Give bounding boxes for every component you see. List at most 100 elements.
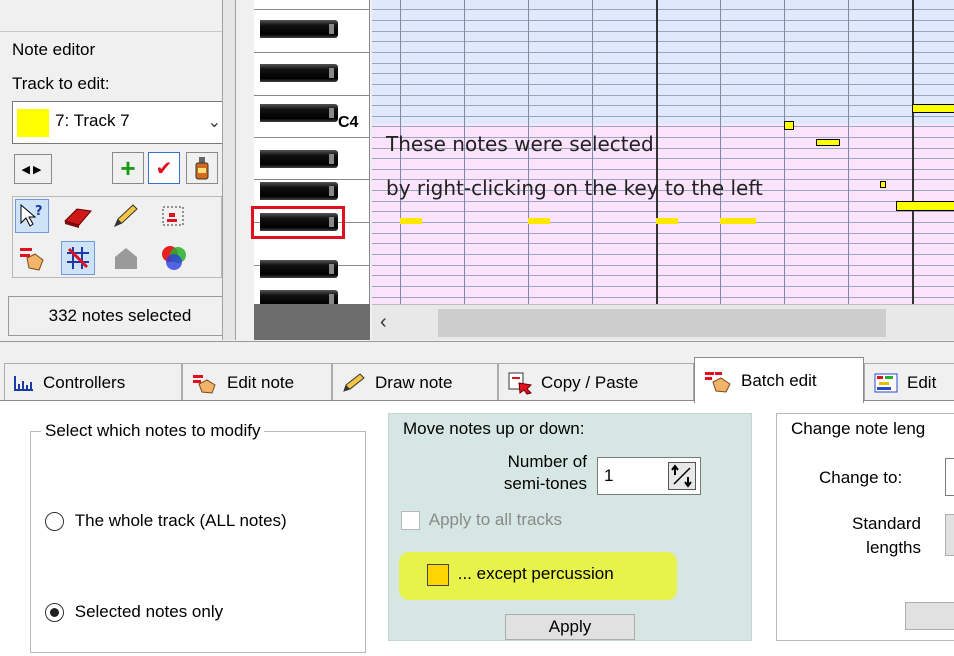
standard-lengths-label-2: lengths (866, 538, 921, 557)
note[interactable] (816, 139, 840, 146)
tab-batch-edit[interactable]: Batch edit (694, 357, 864, 403)
color-tool-button[interactable] (157, 241, 191, 275)
tab-label: Edit note (227, 372, 295, 392)
edit-grid-icon (873, 372, 899, 394)
apply-all-tracks-checkbox[interactable]: Apply to all tracks (401, 510, 562, 531)
piano-black-key[interactable] (260, 104, 338, 122)
piano-black-key[interactable] (260, 182, 338, 200)
c4-key-label: C4 (338, 114, 359, 131)
scroll-left-right-button[interactable]: ◀▶ (14, 154, 52, 184)
grid-tool-button[interactable] (61, 241, 95, 275)
change-length-title: Change note leng (791, 419, 926, 438)
radio-circle-checked (45, 603, 64, 623)
note[interactable] (896, 201, 954, 211)
selection-status: 332 notes selected (8, 296, 232, 336)
radio-circle (45, 512, 64, 532)
change-to-input[interactable] (945, 458, 954, 496)
selected-note[interactable] (400, 218, 422, 224)
horizontal-scrollbar[interactable]: ‹ (372, 304, 954, 340)
note-editor-panel: Note editor Track to edit: 7: Track 7 ⌄ … (0, 0, 236, 340)
scroll-left-arrow-icon[interactable]: ‹ (380, 311, 387, 334)
radio-whole-track[interactable]: The whole track (ALL notes) (45, 511, 287, 532)
piano-black-key[interactable] (260, 150, 338, 168)
select-tool-button[interactable]: ? (15, 199, 49, 233)
bottle-button[interactable] (186, 152, 218, 184)
except-percussion-checkbox[interactable]: ... except percussion (427, 564, 614, 586)
panel-top-area (0, 0, 236, 32)
selected-note[interactable] (720, 218, 756, 224)
note-grid[interactable]: These notes were selected by right-click… (372, 0, 954, 304)
color-circles-icon (162, 246, 186, 270)
checkmark-icon: ✔ (155, 157, 173, 180)
dotted-rect-icon (162, 206, 184, 226)
house-shape-icon (115, 248, 137, 269)
track-color-swatch (17, 109, 49, 137)
note[interactable] (912, 104, 954, 113)
hand-edit-tool-button[interactable] (15, 241, 49, 275)
svg-text:?: ? (35, 204, 43, 219)
piano-black-key[interactable] (260, 64, 338, 82)
tab-controllers[interactable]: Controllers (4, 363, 182, 401)
panel-splitter[interactable] (222, 0, 236, 340)
bottle-icon (195, 157, 209, 180)
semitones-label-1: Number of (507, 452, 587, 471)
selected-key-highlight (251, 206, 345, 239)
mute-tool-button[interactable] (109, 241, 143, 275)
checkbox-box (401, 511, 420, 531)
grid-cross-icon (67, 247, 89, 269)
radio-selected-only-label: Selected notes only (74, 602, 224, 621)
tab-draw-note[interactable]: Draw note (332, 363, 498, 401)
hand-edit-icon (20, 248, 44, 271)
length-apply-button[interactable]: A (905, 602, 954, 630)
tab-bar: Controllers Edit note Draw note Copy / P… (0, 357, 954, 403)
semitones-stepper[interactable]: 1 (597, 457, 701, 495)
change-to-label: Change to: (819, 468, 903, 487)
stepper-arrows-icon[interactable] (668, 462, 696, 490)
annotation-line-2: by right-clicking on the key to the left (386, 176, 763, 200)
select-notes-group: Select which notes to modify The whole t… (30, 421, 366, 653)
track-to-edit-label: Track to edit: (12, 74, 110, 93)
tab-label: Batch edit (741, 370, 817, 390)
move-notes-title: Move notes up or down: (403, 419, 585, 438)
select-rect-tool-button[interactable] (157, 199, 191, 233)
tab-label: Copy / Paste (541, 372, 639, 392)
except-percussion-label: ... except percussion (457, 564, 614, 584)
piano-black-key[interactable] (260, 20, 338, 38)
annotation-line-1: These notes were selected (386, 132, 654, 156)
splitter-bar[interactable] (0, 341, 954, 349)
standard-lengths-label-1: Standard (852, 514, 921, 533)
add-button[interactable]: + (112, 152, 144, 184)
erase-tool-button[interactable] (61, 199, 95, 233)
piano-black-key[interactable] (260, 290, 338, 304)
piano-black-key[interactable] (260, 260, 338, 278)
tab-label: Edit (907, 372, 937, 392)
pencil-icon (341, 372, 367, 394)
selected-note[interactable] (656, 218, 678, 224)
tab-edit[interactable]: Edit (864, 363, 954, 401)
move-apply-button[interactable]: Apply (505, 614, 635, 640)
track-select[interactable]: 7: Track 7 ⌄ (12, 101, 230, 144)
semitones-label-2: semi-tones (503, 474, 587, 493)
note[interactable] (784, 121, 794, 130)
selected-note[interactable] (528, 218, 550, 224)
note-editor-title: Note editor (12, 40, 96, 59)
tab-edit-note[interactable]: Edit note (182, 363, 332, 401)
semitones-value[interactable]: 1 (604, 466, 613, 486)
select-notes-group-title: Select which notes to modify (41, 421, 265, 441)
controllers-icon (13, 374, 35, 392)
edit-note-hand-icon (191, 372, 219, 394)
radio-selected-only[interactable]: Selected notes only (45, 602, 224, 623)
tab-copy-paste[interactable]: Copy / Paste (498, 363, 694, 401)
scrollbar-thumb[interactable] (438, 309, 886, 337)
batch-edit-icon (703, 369, 733, 393)
piano-keyboard[interactable]: C4 (254, 0, 370, 304)
copy-paste-icon (507, 371, 533, 395)
move-notes-group: Move notes up or down: Number of semi-to… (388, 413, 752, 641)
chevron-down-icon: ⌄ (207, 114, 221, 131)
left-right-arrows-icon: ◀▶ (21, 163, 45, 176)
note[interactable] (880, 181, 886, 188)
checkmark-button[interactable]: ✔ (148, 152, 180, 184)
standard-lengths-select[interactable] (945, 514, 954, 556)
pencil-tool-button[interactable] (109, 199, 143, 233)
tool-group: ? (12, 196, 222, 278)
